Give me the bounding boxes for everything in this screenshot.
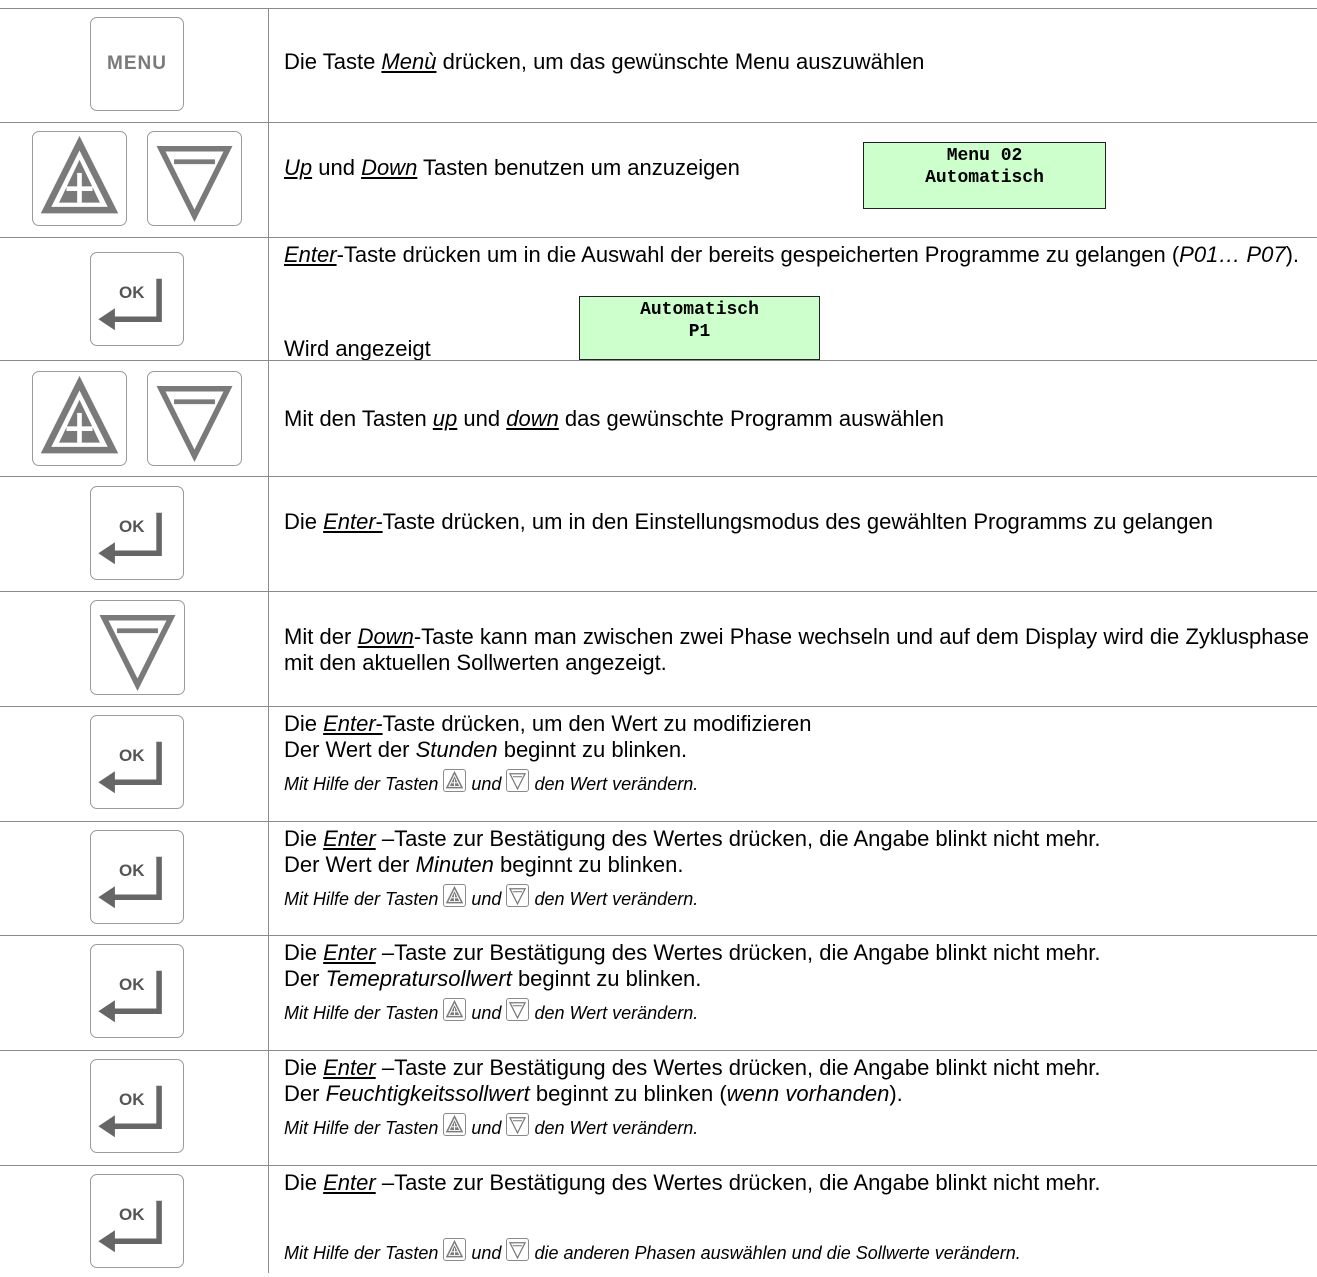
up-arrow-icon	[33, 132, 126, 225]
up-key[interactable]	[32, 371, 127, 466]
key-cell: OK	[0, 707, 268, 821]
up-key[interactable]	[32, 131, 127, 226]
lcd-display: Menu 02 Automatisch	[863, 142, 1106, 209]
instruction-text: Die Enter-Taste drücken, um den Wert zu …	[284, 711, 1309, 825]
enter-arrow-icon	[91, 253, 183, 345]
table-row: OK Die Enter-Taste drücken, um den Wert …	[0, 706, 1317, 821]
up-key-mini-icon	[443, 884, 467, 907]
enter-arrow-icon	[91, 1175, 183, 1267]
down-key-mini-icon	[506, 1238, 530, 1261]
key-cell: OK	[0, 477, 268, 591]
down-key-mini-icon	[506, 884, 530, 907]
hint-line: Mit Hilfe der Tasten und den Wert veränd…	[284, 884, 1309, 912]
up-key-ref: Up	[284, 155, 313, 180]
menu-key[interactable]: MENU	[90, 17, 184, 111]
down-key-ref: Down	[361, 155, 418, 180]
table-row: OK Die Enter –Taste zur Bestätigung des …	[0, 1050, 1317, 1165]
key-cell: MENU	[0, 9, 268, 122]
table-row: OK Die Enter –Taste zur Bestätigung des …	[0, 821, 1317, 935]
down-arrow-icon	[91, 601, 184, 694]
key-cell: OK	[0, 1051, 268, 1165]
ok-key[interactable]: OK	[90, 715, 184, 809]
down-key[interactable]	[147, 371, 242, 466]
menu-key-ref: Menù	[381, 49, 437, 74]
key-cell	[0, 123, 268, 237]
up-key-mini-icon	[443, 769, 467, 792]
up-arrow-icon	[33, 372, 126, 465]
up-key-mini-icon	[443, 1113, 467, 1136]
down-arrow-icon	[148, 132, 241, 225]
table-row: Up und Down Tasten benutzen um anzuzeige…	[0, 122, 1317, 237]
key-cell	[0, 361, 268, 476]
table-row: Mit den Tasten up und down das gewünscht…	[0, 360, 1317, 476]
menu-key-label: MENU	[107, 53, 167, 74]
enter-key-ref: Enter	[284, 242, 337, 267]
ok-key[interactable]: OK	[90, 1174, 184, 1268]
table-row: OK Die Enter-Taste drücken, um in den Ei…	[0, 476, 1317, 591]
ok-key[interactable]: OK	[90, 486, 184, 580]
instruction-text: Die Enter –Taste zur Bestätigung des Wer…	[284, 826, 1309, 939]
ok-key[interactable]: OK	[90, 252, 184, 346]
down-key-mini-icon	[506, 998, 530, 1021]
hint-line: Mit Hilfe der Tasten und die anderen Pha…	[284, 1238, 1309, 1266]
table-row: Mit der Down-Taste kann man zwischen zwe…	[0, 591, 1317, 706]
table-row: OK Die Enter –Taste zur Bestätigung des …	[0, 1165, 1317, 1273]
display-caption: Wird angezeigt	[284, 336, 431, 361]
enter-arrow-icon	[91, 831, 183, 923]
down-key[interactable]	[147, 131, 242, 226]
key-cell: OK	[0, 822, 268, 935]
table-row: OK Enter-Taste drücken um in die Auswahl…	[0, 237, 1317, 361]
down-key-mini-icon	[506, 769, 530, 792]
enter-arrow-icon	[91, 945, 183, 1037]
enter-arrow-icon	[91, 1060, 183, 1152]
down-key-mini-icon	[506, 1113, 530, 1136]
up-key-mini-icon	[443, 998, 467, 1021]
hint-line: Mit Hilfe der Tasten und den Wert veränd…	[284, 769, 1309, 797]
ok-key[interactable]: OK	[90, 944, 184, 1038]
key-cell: OK	[0, 936, 268, 1050]
ok-key[interactable]: OK	[90, 830, 184, 924]
ok-key[interactable]: OK	[90, 1059, 184, 1153]
instruction-table: MENU Die Taste Menù drücken, um das gewü…	[0, 0, 1317, 1273]
key-cell: OK	[0, 238, 268, 360]
down-key[interactable]	[90, 600, 185, 695]
key-cell: OK	[0, 1166, 268, 1273]
up-key-mini-icon	[443, 1238, 467, 1261]
enter-arrow-icon	[91, 716, 183, 808]
key-cell	[0, 592, 268, 706]
down-arrow-icon	[148, 372, 241, 465]
hint-line: Mit Hilfe der Tasten und den Wert veränd…	[284, 998, 1309, 1026]
hint-line: Mit Hilfe der Tasten und den Wert veränd…	[284, 1113, 1309, 1141]
lcd-display: Automatisch P1	[579, 296, 820, 360]
table-row: MENU Die Taste Menù drücken, um das gewü…	[0, 8, 1317, 122]
enter-arrow-icon	[91, 487, 183, 579]
table-row: OK Die Enter –Taste zur Bestätigung des …	[0, 935, 1317, 1050]
instruction-text: Die Enter –Taste zur Bestätigung des Wer…	[284, 1170, 1309, 1277]
instruction-text: Die Enter –Taste zur Bestätigung des Wer…	[284, 1055, 1309, 1169]
instruction-text: Die Enter –Taste zur Bestätigung des Wer…	[284, 940, 1309, 1054]
